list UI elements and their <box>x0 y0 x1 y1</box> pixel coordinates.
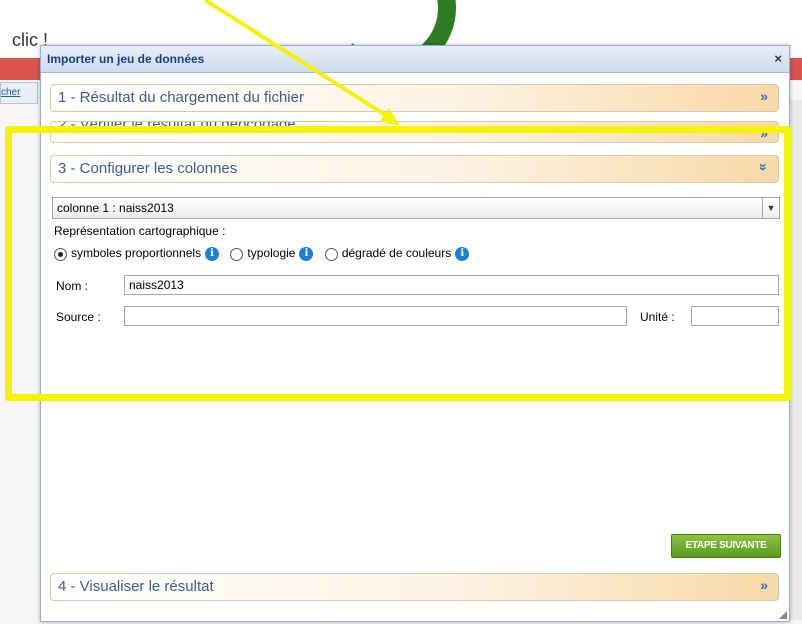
annotation-arrow-icon <box>203 0 400 126</box>
